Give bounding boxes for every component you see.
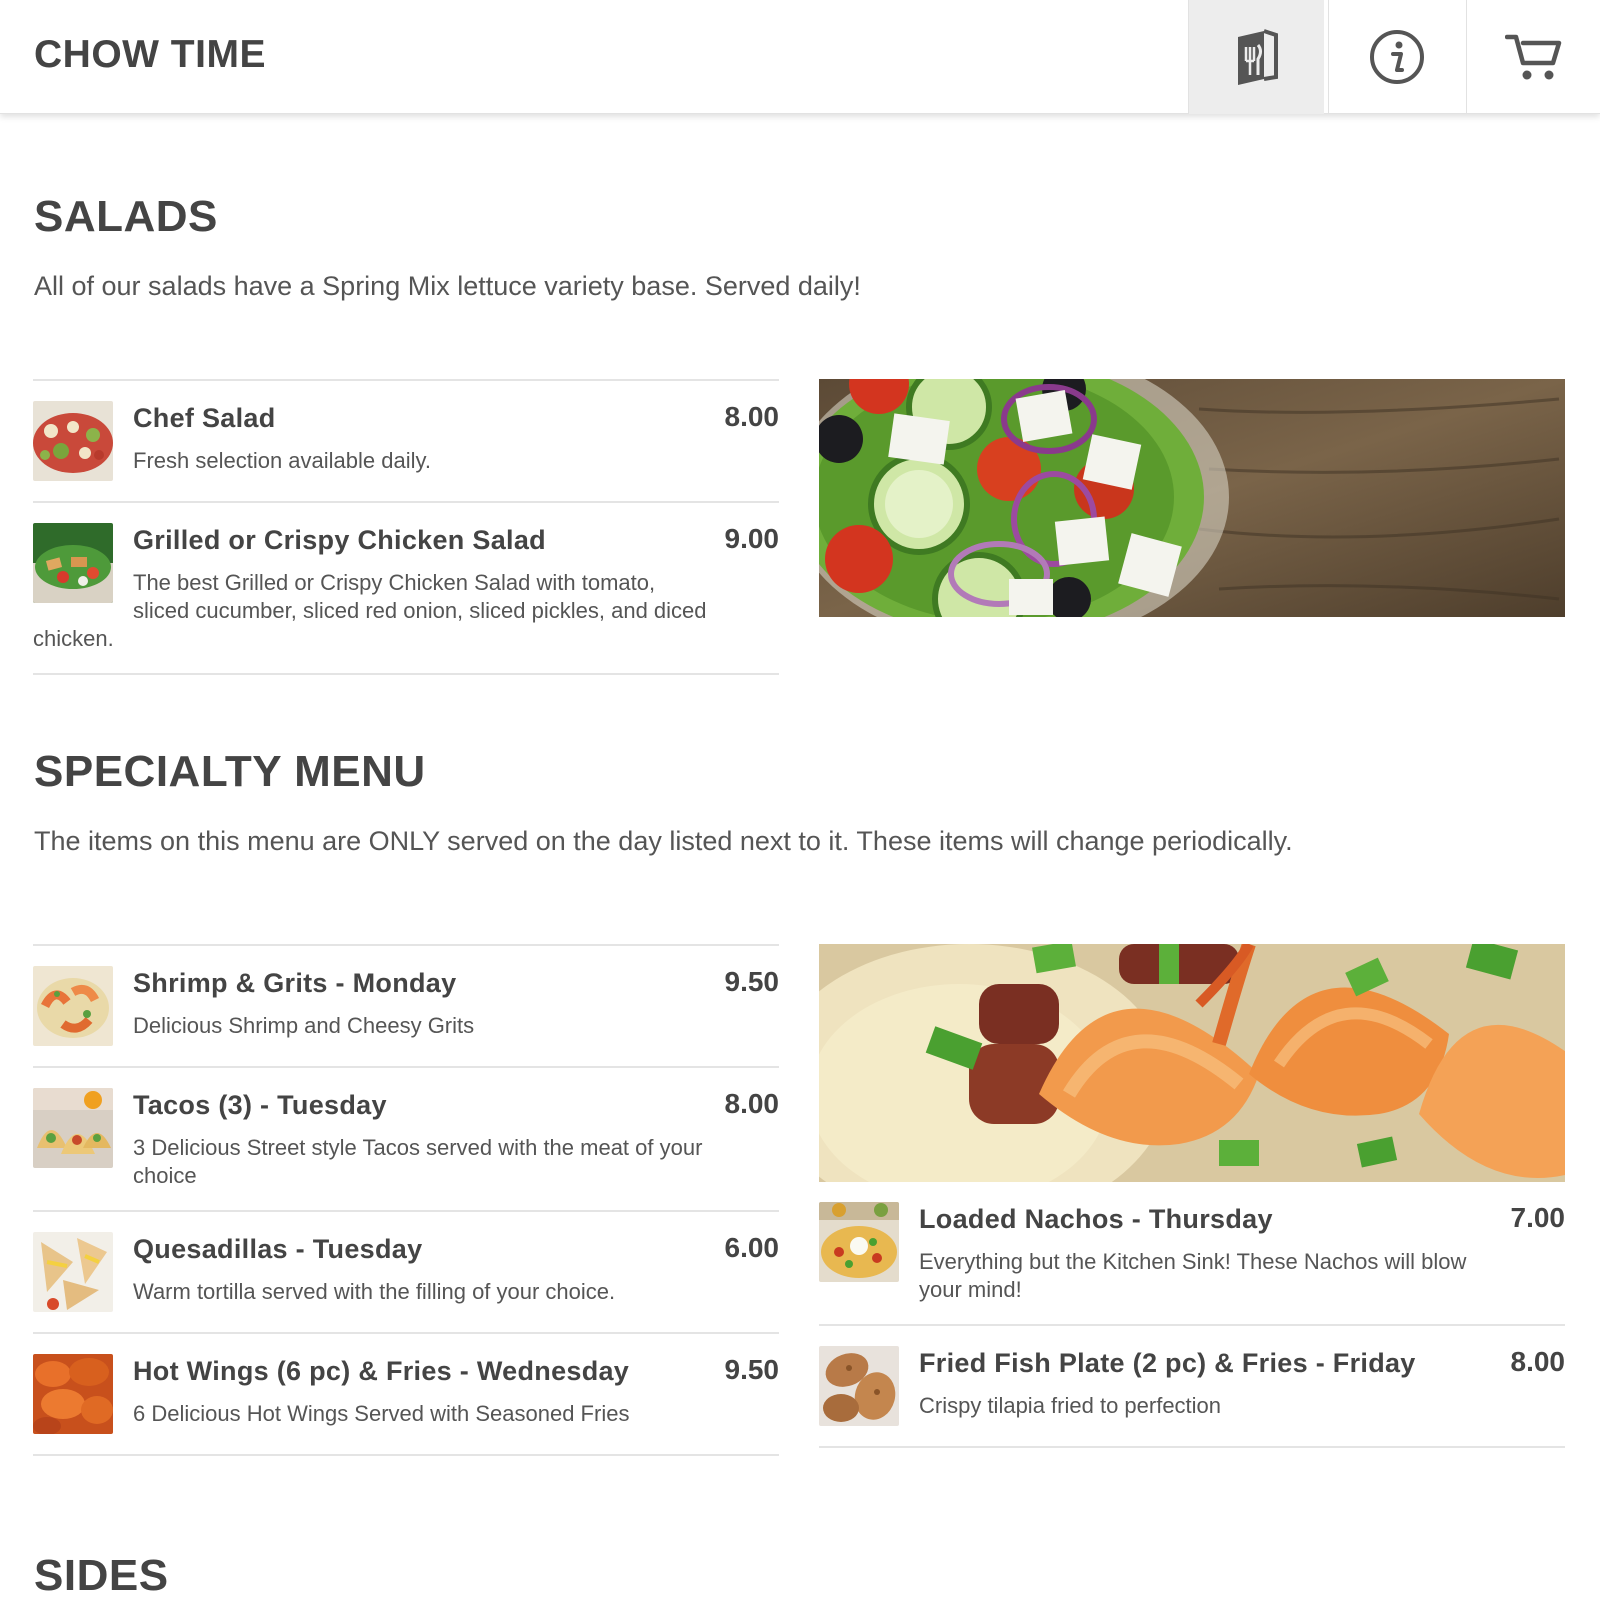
item-price: 9.50 [724, 1354, 780, 1385]
menu-item[interactable]: Shrimp & Grits - Monday 9.50 Delicious S… [33, 944, 779, 1066]
item-description: 3 Delicious Street style Tacos served wi… [133, 1135, 703, 1188]
item-name: Quesadillas - Tuesday [133, 1234, 423, 1264]
section-title-sides: SIDES [34, 1551, 169, 1600]
chicken-salad-thumbnail [33, 523, 113, 603]
fried-fish-thumbnail [819, 1346, 899, 1426]
item-name: Tacos (3) - Tuesday [133, 1090, 387, 1120]
menu-button[interactable] [1188, 0, 1324, 114]
menu-book-icon [1237, 29, 1278, 85]
section-description-specialty: The items on this menu are ONLY served o… [34, 826, 1293, 856]
section-title-specialty: SPECIALTY MENU [34, 747, 426, 796]
item-description: The best Grilled or Crispy Chicken Salad… [33, 570, 707, 651]
section-title-salads: SALADS [34, 192, 218, 241]
item-price: 8.00 [724, 401, 780, 432]
specialty-hero-image [819, 944, 1565, 1182]
item-price: 9.50 [724, 966, 780, 997]
loaded-nachos-thumbnail [819, 1202, 899, 1282]
hot-wings-thumbnail [33, 1354, 113, 1434]
menu-item[interactable]: Fried Fish Plate (2 pc) & Fries - Friday… [819, 1324, 1565, 1448]
section-description-salads: All of our salads have a Spring Mix lett… [34, 271, 861, 301]
item-description: Fresh selection available daily. [133, 448, 431, 473]
menu-item[interactable]: Loaded Nachos - Thursday 7.00 Everything… [819, 1182, 1565, 1324]
brand-title[interactable]: CHOW TIME [34, 33, 266, 77]
menu-item[interactable]: Chef Salad 8.00 Fresh selection availabl… [33, 379, 779, 501]
item-description: Everything but the Kitchen Sink! These N… [919, 1249, 1467, 1302]
menu-item[interactable]: Grilled or Crispy Chicken Salad 9.00 The… [33, 501, 779, 675]
item-description: Warm tortilla served with the filling of… [133, 1279, 616, 1304]
item-name: Hot Wings (6 pc) & Fries - Wednesday [133, 1356, 630, 1386]
item-price: 6.00 [724, 1232, 780, 1263]
item-description: Delicious Shrimp and Cheesy Grits [133, 1013, 475, 1038]
item-price: 8.00 [1510, 1346, 1566, 1377]
info-button[interactable] [1328, 0, 1464, 114]
quesadillas-thumbnail [33, 1232, 113, 1312]
cart-button[interactable] [1466, 0, 1600, 114]
item-price: 9.00 [724, 523, 780, 554]
item-name: Grilled or Crispy Chicken Salad [133, 525, 546, 555]
tacos-thumbnail [33, 1088, 113, 1168]
chef-salad-thumbnail [33, 401, 113, 481]
item-name: Loaded Nachos - Thursday [919, 1204, 1273, 1234]
item-name: Fried Fish Plate (2 pc) & Fries - Friday [919, 1348, 1416, 1378]
item-name: Chef Salad [133, 403, 276, 433]
item-price: 7.00 [1510, 1202, 1566, 1233]
cart-icon [1504, 34, 1561, 80]
item-name: Shrimp & Grits - Monday [133, 968, 457, 998]
salads-list: Chef Salad 8.00 Fresh selection availabl… [33, 379, 779, 675]
item-description: 6 Delicious Hot Wings Served with Season… [133, 1401, 630, 1426]
item-price: 8.00 [724, 1088, 780, 1119]
item-description: Crispy tilapia fried to perfection [919, 1393, 1222, 1418]
menu-item[interactable]: Hot Wings (6 pc) & Fries - Wednesday 9.5… [33, 1332, 779, 1456]
info-icon [1369, 30, 1424, 84]
salads-hero-image [819, 379, 1565, 617]
shrimp-grits-thumbnail [33, 966, 113, 1046]
app-header: CHOW TIME [0, 0, 1600, 114]
specialty-list-left: Shrimp & Grits - Monday 9.50 Delicious S… [33, 944, 779, 1456]
menu-item[interactable]: Quesadillas - Tuesday 6.00 Warm tortilla… [33, 1210, 779, 1332]
specialty-list-right: Loaded Nachos - Thursday 7.00 Everything… [819, 1182, 1565, 1448]
menu-item[interactable]: Tacos (3) - Tuesday 8.00 3 Delicious Str… [33, 1066, 779, 1210]
